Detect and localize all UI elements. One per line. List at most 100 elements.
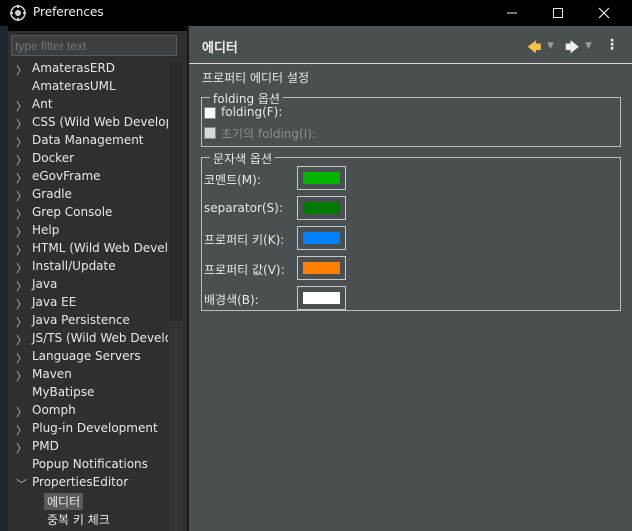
tree-scrollbar-thumb[interactable] [169,61,183,323]
comment-color-button[interactable] [297,166,346,190]
chevron-right-icon[interactable]: 〉 [16,404,27,420]
tree-item[interactable]: 〉 Language Servers [8,349,168,367]
tree-item[interactable]: MyBatipse [8,385,168,403]
chevron-right-icon[interactable]: 〉 [16,98,27,114]
view-menu-button[interactable]: ⋮ [605,37,619,53]
chevron-right-icon[interactable]: 〉 [16,188,27,204]
tree-item[interactable]: AmaterasUML [8,79,168,97]
tree-item[interactable]: Popup Notifications [8,457,168,475]
tree-item[interactable]: 〉 Java EE [8,295,168,313]
tree-item[interactable]: 〉 Java Persistence [8,313,168,331]
chevron-right-icon[interactable]: 〉 [16,152,27,168]
property-key-color-button[interactable] [297,226,346,250]
tree-item[interactable]: 〉 Plug-in Development [8,421,168,439]
tree-item[interactable]: 〉 PMD [8,439,168,457]
minimize-icon [507,12,517,14]
color-group-legend: 문자색 옵션 [210,150,276,167]
color-swatch [303,172,340,184]
caret-down-icon: ▼ [585,41,592,51]
page-header: 에디터 🡄 ▼ 🡆 ▼ ⋮ [189,26,632,64]
close-icon [598,7,610,19]
title-bar: Preferences [0,0,632,26]
chevron-right-icon[interactable]: 〉 [16,224,27,240]
arrow-right-icon: 🡆 [565,40,580,56]
background-color-label: 배경색(B): [204,293,259,307]
window-title: Preferences [33,5,104,19]
tree-item[interactable]: 〉 Maven [8,367,168,385]
comment-color-label: 코멘트(M): [204,173,261,187]
chevron-down-icon[interactable]: ﹀ [16,476,27,492]
page-description: 프로퍼티 에디터 설정 [202,71,309,85]
property-value-color-button[interactable] [297,256,346,280]
forward-button[interactable]: 🡆 [565,37,579,61]
tree-child-duplicate-key-check[interactable]: 중복 키 체크 [8,511,168,529]
property-key-color-label: 프로퍼티 키(K): [204,233,285,247]
initial-folding-label: 초기의 folding(I): [221,127,316,141]
separator-color-button[interactable] [297,196,346,220]
maximize-icon [553,8,563,18]
eclipse-app-icon [10,5,26,21]
chevron-right-icon[interactable]: 〉 [16,260,27,276]
caret-down-icon: ▼ [547,41,554,51]
chevron-right-icon[interactable]: 〉 [16,440,27,456]
tree-item[interactable]: 〉 Grep Console [8,205,168,223]
tree-item[interactable]: 〉 Help [8,223,168,241]
tree-item[interactable]: 〉 Java [8,277,168,295]
chevron-right-icon[interactable]: 〉 [16,350,27,366]
chevron-right-icon[interactable]: 〉 [16,170,27,186]
chevron-right-icon[interactable]: 〉 [16,296,27,312]
property-value-color-row: 프로퍼티 값(V): [202,256,622,282]
initial-folding-checkbox [204,127,216,139]
text-color-options-group: 문자색 옵션 코멘트(M): separator(S): 프로퍼티 키(K): … [201,150,622,312]
property-value-color-label: 프로퍼티 값(V): [204,263,285,277]
separator-color-label: separator(S): [204,201,283,215]
comment-color-row: 코멘트(M): [202,166,622,192]
tree-item[interactable]: 〉 CSS (Wild Web Develop [8,115,168,133]
tree-item[interactable]: 〉 Oomph [8,403,168,421]
chevron-right-icon[interactable]: 〉 [16,422,27,438]
preference-page: 에디터 🡄 ▼ 🡆 ▼ ⋮ 프로퍼티 에디터 설정 folding 옵션 fol… [189,26,632,531]
back-button[interactable]: 🡄 [527,37,541,61]
chevron-right-icon[interactable]: 〉 [16,242,27,258]
preference-tree-panel: 〉AmaterasERD AmaterasUML 〉Ant 〉CSS (Wild… [8,31,187,531]
folding-label: folding(F): [221,105,283,119]
minimize-button[interactable] [489,0,535,26]
tree-item-propertieseditor[interactable]: ﹀ PropertiesEditor [8,475,168,493]
folding-options-group: folding 옵션 folding(F): 초기의 folding(I): [201,90,621,147]
property-key-color-row: 프로퍼티 키(K): [202,226,622,252]
background-color-row: 배경색(B): [202,286,622,312]
color-swatch [303,232,340,244]
tree-item[interactable]: 〉 AmaterasERD [8,61,168,79]
chevron-right-icon[interactable]: 〉 [16,368,27,384]
chevron-right-icon[interactable]: 〉 [16,62,27,78]
chevron-right-icon[interactable]: 〉 [16,278,27,294]
color-swatch [303,262,340,274]
color-swatch [303,202,340,214]
tree-item[interactable]: 〉 Data Management [8,133,168,151]
tree-item[interactable]: 〉 Gradle [8,187,168,205]
close-button[interactable] [581,0,627,26]
forward-dropdown[interactable]: ▼ [585,41,592,51]
tree-item[interactable]: 〉 Install/Update [8,259,168,277]
chevron-right-icon[interactable]: 〉 [16,134,27,150]
page-title: 에디터 [202,41,238,56]
background-color-button[interactable] [297,286,346,310]
tree-item[interactable]: 〉 eGovFrame [8,169,168,187]
arrow-left-icon: 🡄 [527,40,542,56]
filter-input[interactable] [11,35,177,56]
chevron-right-icon[interactable]: 〉 [16,116,27,132]
tree-item[interactable]: 〉 Docker [8,151,168,169]
chevron-right-icon[interactable]: 〉 [16,332,27,348]
chevron-right-icon[interactable]: 〉 [16,206,27,222]
back-dropdown[interactable]: ▼ [547,41,554,51]
chevron-right-icon[interactable]: 〉 [16,314,27,330]
more-vertical-icon: ⋮ [605,37,619,53]
tree-item[interactable]: 〉 JS/TS (Wild Web Develo [8,331,168,349]
separator-color-row: separator(S): [202,196,622,222]
tree-item[interactable]: 〉 Ant [8,97,168,115]
maximize-button[interactable] [535,0,581,26]
tree-child-editor[interactable]: 에디터 [8,493,168,511]
folding-checkbox[interactable] [204,107,216,119]
tree-item[interactable]: 〉 HTML (Wild Web Develo [8,241,168,259]
tree-scrollbar-track[interactable] [169,321,183,531]
